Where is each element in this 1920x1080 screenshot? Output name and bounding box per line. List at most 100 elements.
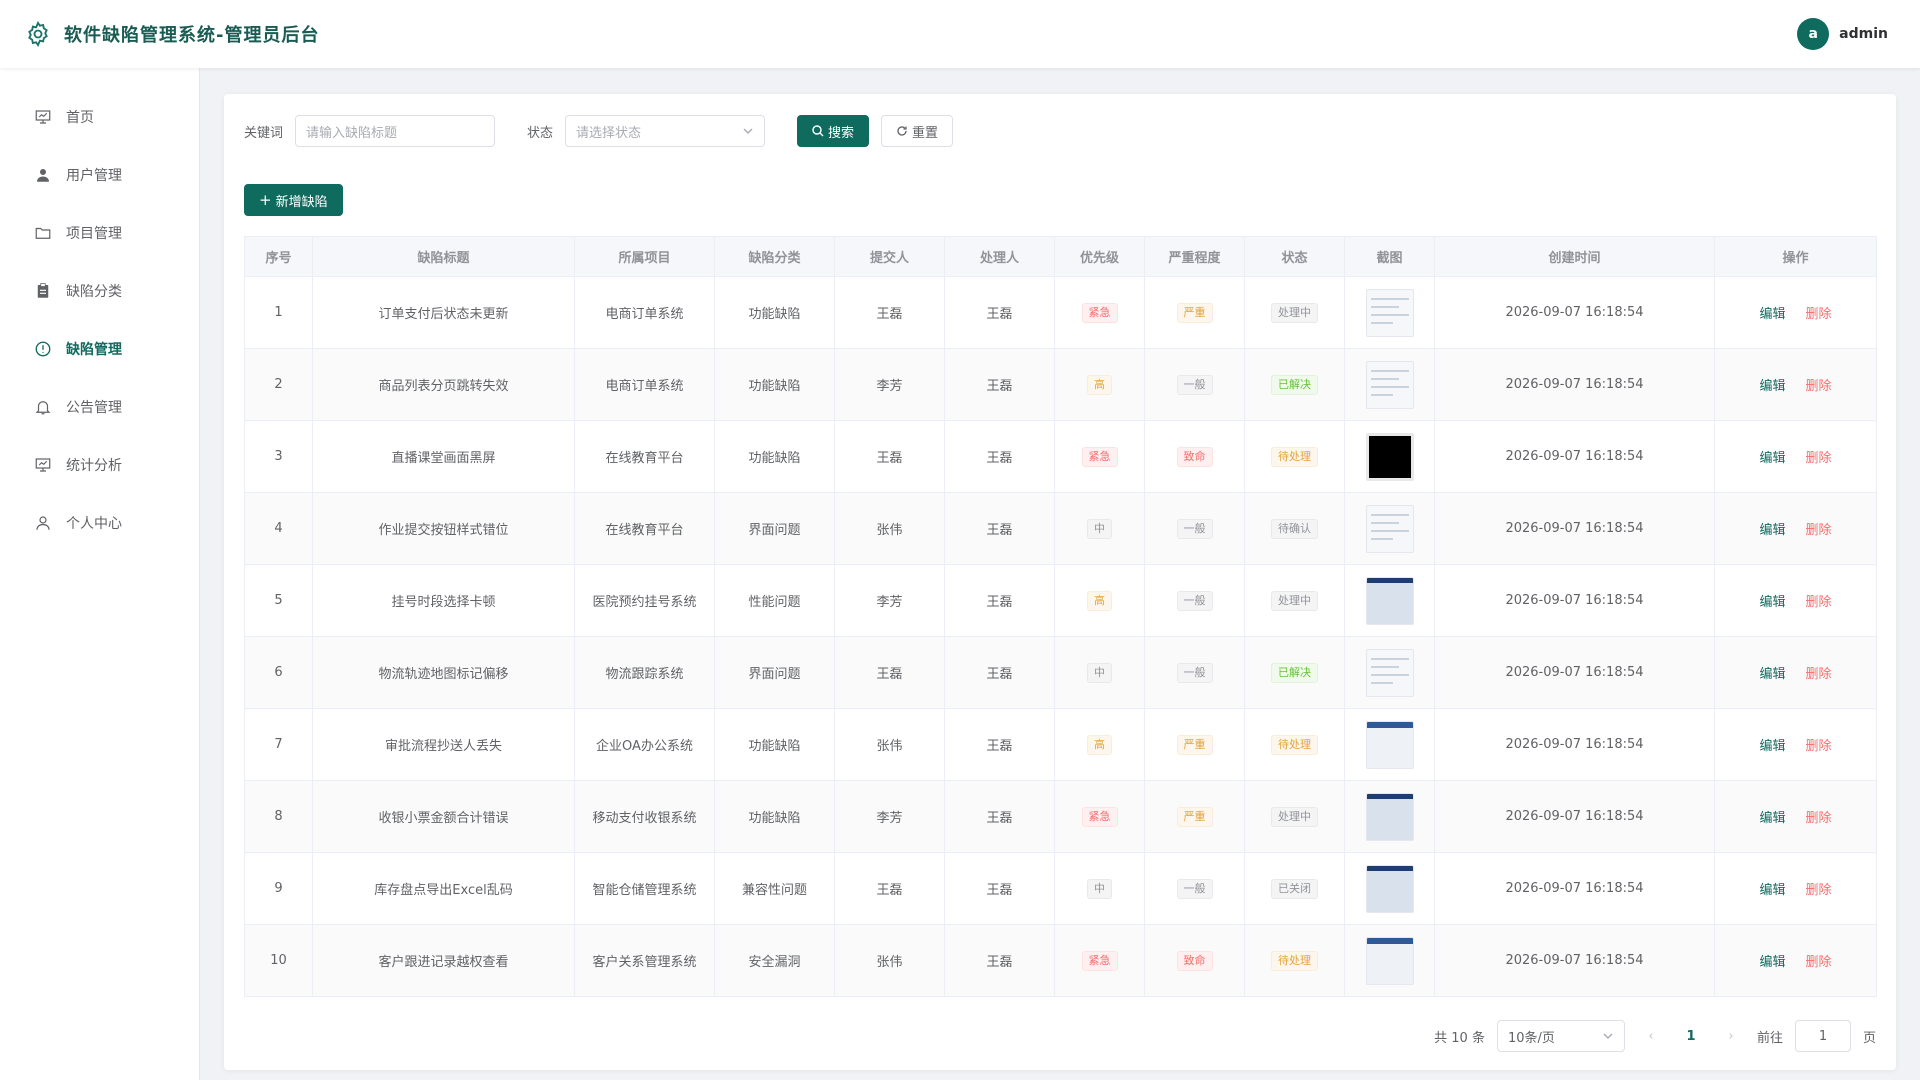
cell-no: 2 xyxy=(244,348,313,421)
cell-severity: 致命 xyxy=(1144,924,1245,997)
filter-bar: 关键词 请输入缺陷标题 状态 请选择状态 搜索 重置 xyxy=(244,114,1876,148)
clipboard-icon xyxy=(37,283,49,298)
edit-button[interactable]: 编辑 xyxy=(1759,379,1785,394)
cell-priority: 高 xyxy=(1054,564,1145,637)
folder-icon xyxy=(35,227,51,239)
cell-screenshot xyxy=(1344,348,1435,421)
pagination: 共 10 条 10条/页 ‹ 1 › 前往 1 页 xyxy=(1434,1020,1876,1052)
sidebar-item-defects[interactable]: 缺陷管理 xyxy=(0,320,199,378)
sidebar-item-notices[interactable]: 公告管理 xyxy=(0,378,199,436)
cell-category: 功能缺陷 xyxy=(714,708,835,781)
screenshot-thumbnail[interactable] xyxy=(1365,864,1414,913)
cell-project: 客户关系管理系统 xyxy=(574,924,715,997)
sidebar-item-statistics[interactable]: 统计分析 xyxy=(0,436,199,494)
column-header: 提交人 xyxy=(834,236,945,277)
reset-button[interactable]: 重置 xyxy=(881,115,954,147)
keyword-input[interactable]: 请输入缺陷标题 xyxy=(295,115,496,147)
severity-badge: 一般 xyxy=(1176,518,1213,539)
cell-severity: 严重 xyxy=(1144,276,1245,349)
screenshot-thumbnail[interactable] xyxy=(1365,936,1414,985)
delete-button[interactable]: 删除 xyxy=(1806,379,1832,394)
edit-button[interactable]: 编辑 xyxy=(1759,667,1785,682)
goto-label: 前往 xyxy=(1756,1030,1783,1046)
screenshot-thumbnail[interactable] xyxy=(1365,792,1414,841)
status-placeholder: 请选择状态 xyxy=(576,125,642,141)
column-header: 截图 xyxy=(1344,236,1435,277)
current-page[interactable]: 1 xyxy=(1677,1029,1705,1044)
screenshot-thumbnail[interactable] xyxy=(1365,504,1414,553)
cell-priority: 中 xyxy=(1054,636,1145,709)
cell-created: 2026-09-07 16:18:54 xyxy=(1434,492,1715,565)
screenshot-thumbnail[interactable] xyxy=(1365,648,1414,697)
sidebar-item-home[interactable]: 首页 xyxy=(0,88,199,146)
column-header: 缺陷标题 xyxy=(312,236,575,277)
delete-button[interactable]: 删除 xyxy=(1806,451,1832,466)
cell-status: 待处理 xyxy=(1244,420,1345,493)
cell-handler: 王磊 xyxy=(944,852,1055,925)
screenshot-thumbnail[interactable] xyxy=(1365,360,1414,409)
cell-no: 7 xyxy=(244,708,313,781)
sidebar-item-users[interactable]: 用户管理 xyxy=(0,146,199,204)
delete-button[interactable]: 删除 xyxy=(1806,307,1832,322)
screenshot-thumbnail[interactable] xyxy=(1365,288,1414,337)
severity-badge: 致命 xyxy=(1176,950,1213,971)
sidebar-item-projects[interactable]: 项目管理 xyxy=(0,204,199,262)
table-row: 7 审批流程抄送人丢失 企业OA办公系统 功能缺陷 张伟 王磊 高 严重 待处理 2026-09-… xyxy=(244,708,1877,781)
prev-page-button[interactable]: ‹ xyxy=(1637,1029,1665,1044)
cell-no: 3 xyxy=(244,420,313,493)
delete-button[interactable]: 删除 xyxy=(1806,595,1832,610)
username[interactable]: admin xyxy=(1839,26,1888,42)
cell-actions: 编辑 删除 xyxy=(1714,564,1877,637)
priority-badge: 高 xyxy=(1087,590,1112,611)
delete-button[interactable]: 删除 xyxy=(1806,883,1832,898)
priority-badge: 紧急 xyxy=(1081,302,1118,323)
search-icon xyxy=(812,125,824,137)
priority-badge: 中 xyxy=(1087,878,1112,899)
status-select[interactable]: 请选择状态 xyxy=(565,115,766,147)
status-badge: 待处理 xyxy=(1271,950,1318,971)
cell-actions: 编辑 删除 xyxy=(1714,492,1877,565)
edit-button[interactable]: 编辑 xyxy=(1759,739,1785,754)
next-page-button[interactable]: › xyxy=(1717,1029,1745,1044)
edit-button[interactable]: 编辑 xyxy=(1759,307,1785,322)
edit-button[interactable]: 编辑 xyxy=(1759,451,1785,466)
status-badge: 处理中 xyxy=(1271,590,1318,611)
delete-button[interactable]: 删除 xyxy=(1806,955,1832,970)
cell-created: 2026-09-07 16:18:54 xyxy=(1434,564,1715,637)
status-badge: 待处理 xyxy=(1271,734,1318,755)
search-button[interactable]: 搜索 xyxy=(797,115,870,147)
screenshot-thumbnail[interactable] xyxy=(1365,720,1414,769)
priority-badge: 紧急 xyxy=(1081,806,1118,827)
screenshot-thumbnail[interactable] xyxy=(1365,432,1414,481)
cell-submitter: 李芳 xyxy=(834,564,945,637)
cell-no: 10 xyxy=(244,924,313,997)
cell-status: 处理中 xyxy=(1244,276,1345,349)
severity-badge: 一般 xyxy=(1176,878,1213,899)
sidebar-item-categories[interactable]: 缺陷分类 xyxy=(0,262,199,320)
cell-created: 2026-09-07 16:18:54 xyxy=(1434,348,1715,421)
page-size-select[interactable]: 10条/页 xyxy=(1496,1020,1625,1052)
goto-page-input[interactable]: 1 xyxy=(1794,1020,1851,1052)
edit-button[interactable]: 编辑 xyxy=(1759,955,1785,970)
goto-page-value: 1 xyxy=(1818,1028,1828,1044)
cell-handler: 王磊 xyxy=(944,780,1055,853)
cell-no: 9 xyxy=(244,852,313,925)
avatar[interactable]: a xyxy=(1797,18,1830,50)
delete-button[interactable]: 删除 xyxy=(1806,523,1832,538)
cell-handler: 王磊 xyxy=(944,348,1055,421)
edit-button[interactable]: 编辑 xyxy=(1759,523,1785,538)
priority-badge: 紧急 xyxy=(1081,446,1118,467)
user-menu[interactable]: a admin xyxy=(1797,18,1888,50)
table-row: 5 挂号时段选择卡顿 医院预约挂号系统 性能问题 李芳 王磊 高 一般 处理中 2026-09-0… xyxy=(244,564,1877,637)
edit-button[interactable]: 编辑 xyxy=(1759,883,1785,898)
cell-submitter: 王磊 xyxy=(834,852,945,925)
add-defect-button[interactable]: + 新增缺陷 xyxy=(244,184,343,216)
edit-button[interactable]: 编辑 xyxy=(1759,811,1785,826)
screenshot-thumbnail[interactable] xyxy=(1365,576,1414,625)
edit-button[interactable]: 编辑 xyxy=(1759,595,1785,610)
delete-button[interactable]: 删除 xyxy=(1806,811,1832,826)
status-badge: 处理中 xyxy=(1271,806,1318,827)
delete-button[interactable]: 删除 xyxy=(1806,739,1832,754)
sidebar-item-profile[interactable]: 个人中心 xyxy=(0,494,199,552)
delete-button[interactable]: 删除 xyxy=(1806,667,1832,682)
